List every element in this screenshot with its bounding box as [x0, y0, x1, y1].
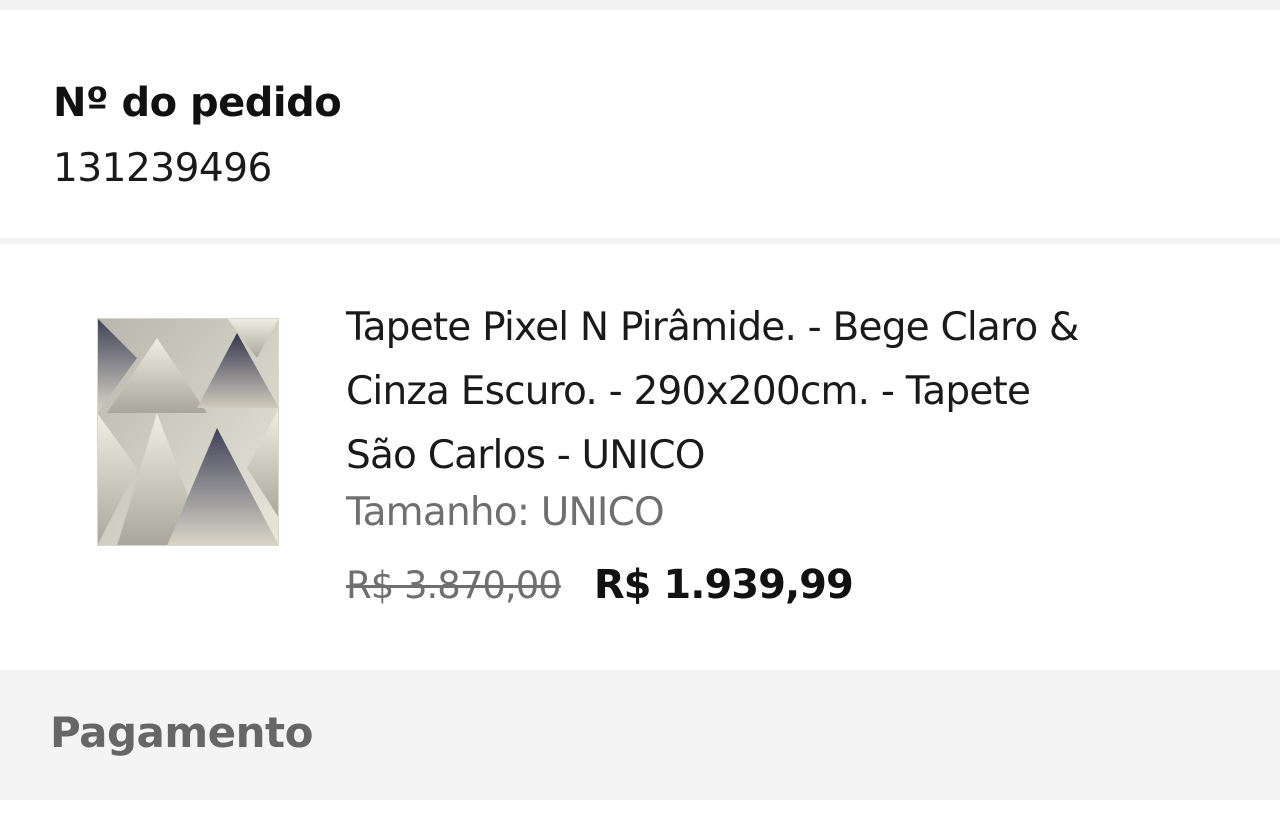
- product-title-line: Cinza Escuro. - 290x200cm. - Tapete: [346, 369, 1031, 414]
- product-title[interactable]: Tapete Pixel N Pirâmide. - Bege Claro & …: [346, 296, 1246, 488]
- top-strip: [0, 0, 1280, 10]
- product-title-line: Tapete Pixel N Pirâmide. - Bege Claro &: [346, 305, 1079, 350]
- bottom-strip: [0, 800, 1280, 836]
- original-price: R$ 3.870,00: [346, 564, 562, 607]
- price-row: R$ 3.870,00 R$ 1.939,99: [346, 562, 854, 608]
- sale-price: R$ 1.939,99: [593, 562, 854, 608]
- order-number-value: 131239496: [53, 146, 272, 191]
- product-size: Tamanho: UNICO: [346, 490, 665, 535]
- product-item-card[interactable]: Tapete Pixel N Pirâmide. - Bege Claro & …: [0, 244, 1280, 670]
- product-thumbnail[interactable]: [97, 318, 279, 546]
- rug-pyramid-pattern-image: [97, 318, 279, 546]
- product-title-line: São Carlos - UNICO: [346, 433, 706, 478]
- payment-section: Pagamento: [0, 670, 1280, 800]
- order-number-label: Nº do pedido: [53, 80, 342, 126]
- order-info-card: Nº do pedido 131239496: [0, 10, 1280, 238]
- payment-section-title: Pagamento: [50, 708, 313, 757]
